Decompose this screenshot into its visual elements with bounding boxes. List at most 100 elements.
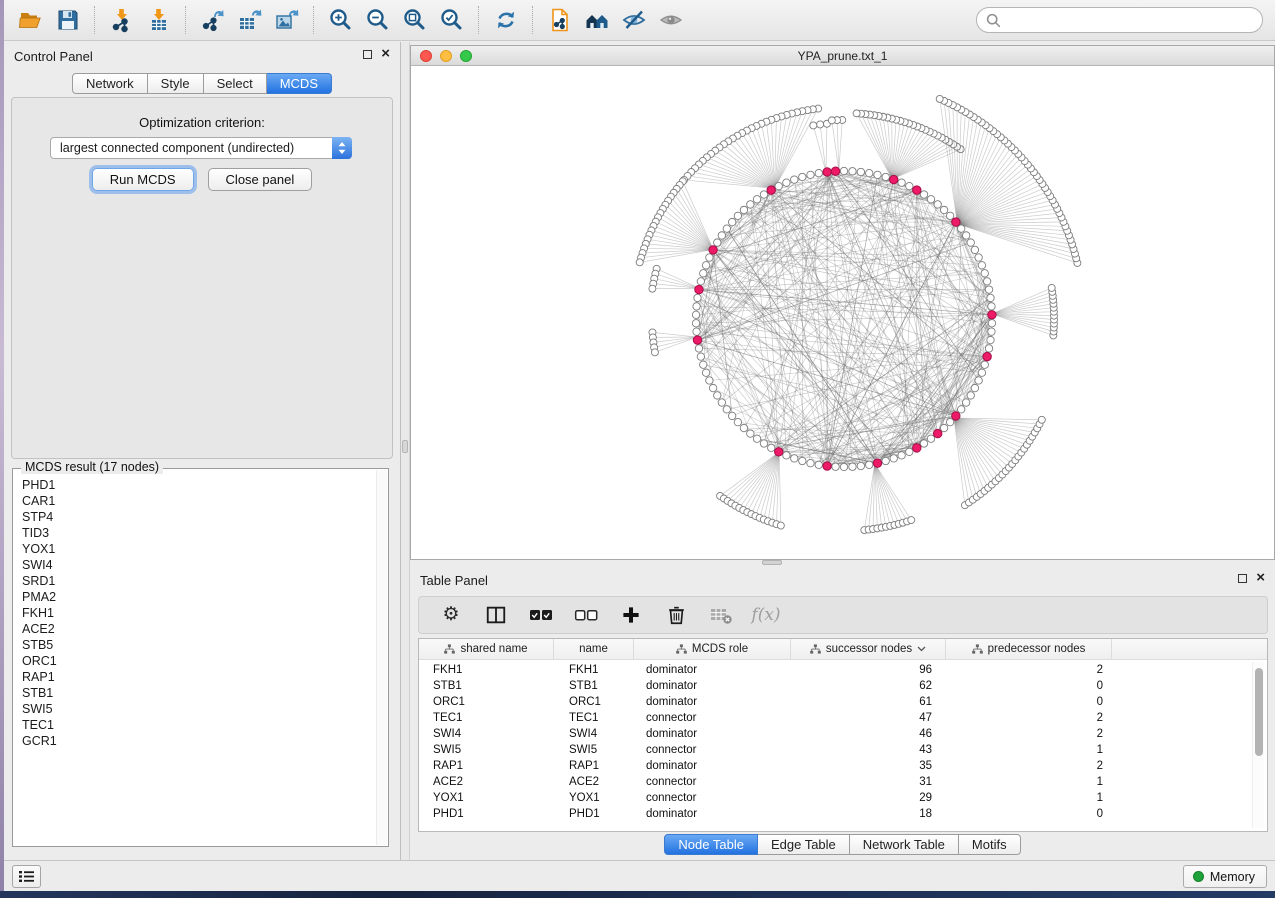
cell-shared-name[interactable]: SWI4 [419,728,554,740]
refresh-button[interactable] [487,4,524,36]
tab-network[interactable]: Network [72,73,148,94]
cell-name[interactable]: ORC1 [554,696,634,708]
splitter-handle[interactable] [402,440,408,453]
cell-successor-nodes[interactable]: 46 [791,728,946,740]
scrollbar-thumb[interactable] [1255,668,1263,756]
network-graph[interactable] [411,67,1274,559]
zoom-out-button[interactable] [359,4,396,36]
list-item[interactable]: CAR1 [22,493,374,509]
task-history-button[interactable] [12,865,41,888]
network-from-selection-button[interactable] [541,4,578,36]
cell-mcds-role[interactable]: connector [634,744,791,756]
memory-button[interactable]: Memory [1183,865,1267,888]
cell-predecessor-nodes[interactable]: 2 [946,728,1112,740]
cell-mcds-role[interactable]: connector [634,712,791,724]
cell-shared-name[interactable]: SWI5 [419,744,554,756]
vertical-splitter[interactable] [401,42,410,860]
table-row[interactable]: FKH1 FKH1 dominator 96 2 [419,662,1267,678]
table-row[interactable]: TEC1 TEC1 connector 47 2 [419,710,1267,726]
table-row[interactable]: RAP1 RAP1 dominator 35 2 [419,758,1267,774]
table-row[interactable]: STB1 STB1 dominator 62 0 [419,678,1267,694]
splitter-handle[interactable] [762,560,782,565]
network-window-titlebar[interactable]: YPA_prune.txt_1 [411,46,1274,66]
list-item[interactable]: STB5 [22,637,374,653]
list-item[interactable]: STP4 [22,509,374,525]
cell-name[interactable]: TEC1 [554,712,634,724]
import-network-button[interactable] [103,4,140,36]
cell-successor-nodes[interactable]: 29 [791,792,946,804]
network-canvas[interactable] [411,67,1274,559]
cell-name[interactable]: RAP1 [554,760,634,772]
search-input[interactable] [1007,13,1253,28]
column-header-shared-name[interactable]: shared name [419,639,554,659]
cell-name[interactable]: PHD1 [554,808,634,820]
cell-predecessor-nodes[interactable]: 2 [946,664,1112,676]
list-item[interactable]: TEC1 [22,717,374,733]
close-panel-icon[interactable]: × [1256,573,1265,583]
list-item[interactable]: PMA2 [22,589,374,605]
export-table-button[interactable] [231,4,268,36]
table-scrollbar[interactable] [1252,662,1264,828]
cell-mcds-role[interactable]: dominator [634,664,791,676]
tab-network-table[interactable]: Network Table [850,834,959,855]
mcds-result-list[interactable]: PHD1CAR1STP4TID3YOX1SWI4SRD1PMA2FKH1ACE2… [22,477,374,844]
deselect-all-button[interactable] [573,601,599,629]
cell-predecessor-nodes[interactable]: 2 [946,712,1112,724]
table-row[interactable]: YOX1 YOX1 connector 29 1 [419,790,1267,806]
cell-predecessor-nodes[interactable]: 0 [946,808,1112,820]
show-all-button[interactable] [652,4,689,36]
tab-node-table[interactable]: Node Table [664,834,758,855]
column-header-name[interactable]: name [554,639,634,659]
cell-successor-nodes[interactable]: 18 [791,808,946,820]
cell-predecessor-nodes[interactable]: 1 [946,776,1112,788]
cell-shared-name[interactable]: ACE2 [419,776,554,788]
list-item[interactable]: GCR1 [22,733,374,749]
table-row[interactable]: ORC1 ORC1 dominator 61 0 [419,694,1267,710]
cell-shared-name[interactable]: TEC1 [419,712,554,724]
tab-mcds[interactable]: MCDS [267,73,332,94]
run-mcds-button[interactable]: Run MCDS [92,168,194,191]
column-header-mcds-role[interactable]: MCDS role [634,639,791,659]
save-session-button[interactable] [49,4,86,36]
zoom-selected-button[interactable] [433,4,470,36]
list-item[interactable]: PHD1 [22,477,374,493]
list-item[interactable]: SWI5 [22,701,374,717]
cell-name[interactable]: SWI4 [554,728,634,740]
result-scrollbar[interactable] [376,470,387,845]
export-network-button[interactable] [194,4,231,36]
tab-motifs[interactable]: Motifs [959,834,1021,855]
cell-predecessor-nodes[interactable]: 0 [946,680,1112,692]
import-table-button[interactable] [140,4,177,36]
cell-mcds-role[interactable]: dominator [634,696,791,708]
table-settings-button[interactable]: ⚙ [438,601,464,629]
table-row[interactable]: SWI5 SWI5 connector 43 1 [419,742,1267,758]
cell-mcds-role[interactable]: dominator [634,808,791,820]
list-item[interactable]: TID3 [22,525,374,541]
cell-predecessor-nodes[interactable]: 0 [946,696,1112,708]
list-item[interactable]: SRD1 [22,573,374,589]
open-session-button[interactable] [12,4,49,36]
cell-successor-nodes[interactable]: 61 [791,696,946,708]
cell-predecessor-nodes[interactable]: 1 [946,792,1112,804]
show-columns-button[interactable] [483,601,509,629]
function-builder-button[interactable]: f(x) [753,601,779,629]
tab-edge-table[interactable]: Edge Table [758,834,850,855]
zoom-fit-button[interactable] [396,4,433,36]
cell-mcds-role[interactable]: connector [634,776,791,788]
maximize-window-icon[interactable] [460,50,472,62]
cell-shared-name[interactable]: FKH1 [419,664,554,676]
export-image-button[interactable] [268,4,305,36]
cell-name[interactable]: STB1 [554,680,634,692]
cell-successor-nodes[interactable]: 35 [791,760,946,772]
close-panel-button[interactable]: Close panel [208,168,313,191]
tab-style[interactable]: Style [148,73,204,94]
cell-name[interactable]: ACE2 [554,776,634,788]
cell-shared-name[interactable]: PHD1 [419,808,554,820]
cell-shared-name[interactable]: RAP1 [419,760,554,772]
cell-successor-nodes[interactable]: 96 [791,664,946,676]
first-neighbors-button[interactable] [578,4,615,36]
cell-shared-name[interactable]: ORC1 [419,696,554,708]
cell-mcds-role[interactable]: dominator [634,760,791,772]
delete-column-button[interactable] [663,601,689,629]
column-header-successor-nodes[interactable]: successor nodes [791,639,946,659]
